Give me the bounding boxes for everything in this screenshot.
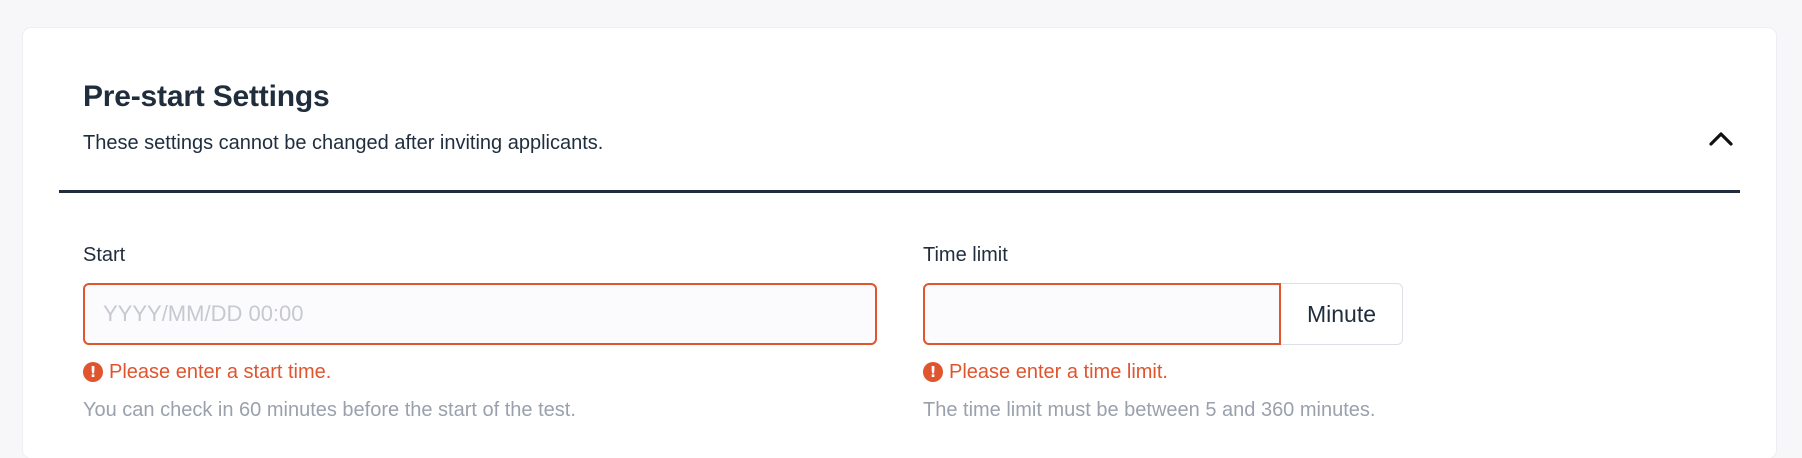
time-limit-field: Time limit Minute ! Please enter a time … xyxy=(923,241,1723,422)
time-limit-error-text: Please enter a time limit. xyxy=(949,360,1168,383)
exclamation-circle-icon: ! xyxy=(83,362,103,382)
time-limit-help-text: The time limit must be between 5 and 360… xyxy=(923,399,1376,421)
time-limit-error: ! Please enter a time limit. xyxy=(923,359,1723,385)
time-limit-input-group: Minute xyxy=(923,283,1723,345)
section-subtitle: These settings cannot be changed after i… xyxy=(83,132,604,154)
section-divider xyxy=(59,190,1740,193)
start-field: Start ! Please enter a start time. You c… xyxy=(83,241,877,422)
chevron-up-icon xyxy=(1709,132,1733,146)
start-input[interactable] xyxy=(83,283,877,345)
time-limit-input[interactable] xyxy=(923,283,1281,345)
start-error: ! Please enter a start time. xyxy=(83,359,877,385)
start-help-text: You can check in 60 minutes before the s… xyxy=(83,399,576,421)
exclamation-circle-icon: ! xyxy=(923,362,943,382)
section-title: Pre-start Settings xyxy=(83,80,330,113)
start-error-text: Please enter a start time. xyxy=(109,360,332,383)
time-limit-label: Time limit xyxy=(923,244,1008,266)
section-header[interactable]: Pre-start Settings These settings cannot… xyxy=(23,28,1776,190)
collapse-toggle-button[interactable] xyxy=(1703,120,1739,156)
pre-start-settings-card: Pre-start Settings These settings cannot… xyxy=(23,28,1776,458)
start-label: Start xyxy=(83,244,126,266)
time-limit-unit: Minute xyxy=(1281,283,1403,345)
